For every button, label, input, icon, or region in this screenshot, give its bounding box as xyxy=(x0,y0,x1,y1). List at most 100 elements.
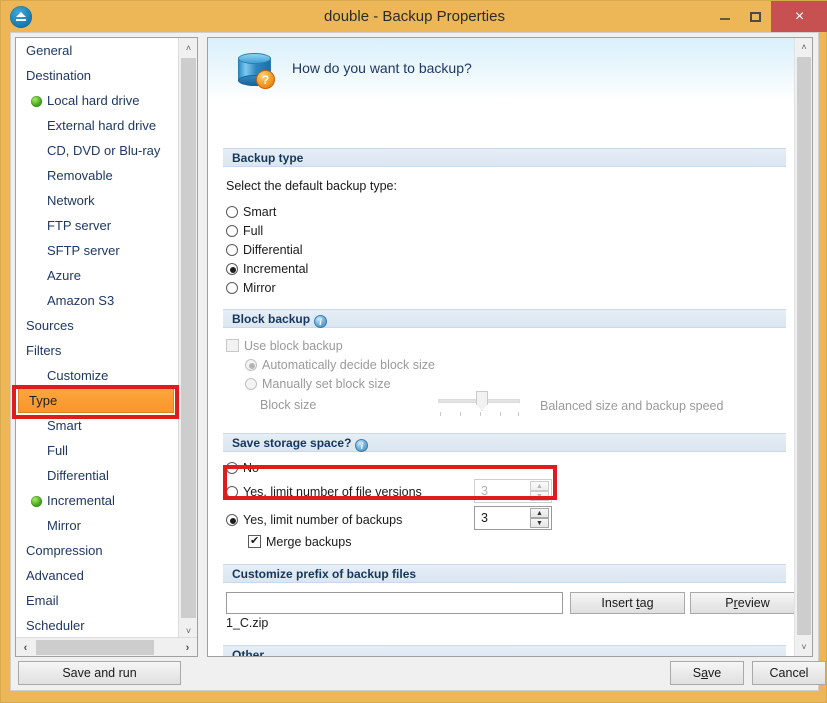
sidebar-scroll-left-icon[interactable]: ‹ xyxy=(16,638,35,656)
sidebar-item-sftp-server[interactable]: SFTP server xyxy=(16,238,178,263)
save-and-run-button[interactable]: Save and run xyxy=(18,661,181,685)
sidebar-item-sources[interactable]: Sources xyxy=(16,313,178,338)
info-icon[interactable]: i xyxy=(314,315,328,328)
radio-circle[interactable] xyxy=(226,263,238,275)
radio-circle[interactable] xyxy=(226,486,238,498)
sidebar-item-incremental[interactable]: Incremental xyxy=(16,488,178,513)
file-versions-spinner[interactable]: 3 ▲ ▼ xyxy=(474,479,552,503)
manual-block-size-label: Manually set block size xyxy=(262,377,391,391)
sidebar-item-advanced[interactable]: Advanced xyxy=(16,563,178,588)
info-icon[interactable]: i xyxy=(355,439,369,452)
section-header-save-storage: Save storage space? i xyxy=(223,433,786,452)
storage-option-no-label: No xyxy=(243,461,259,475)
close-button[interactable]: × xyxy=(771,1,827,32)
sidebar-item-filters[interactable]: Filters xyxy=(16,338,178,363)
backup-type-radio-label: Smart xyxy=(243,205,277,219)
sidebar-item-full[interactable]: Full xyxy=(16,438,178,463)
settings-content: ? How do you want to backup? Backup type… xyxy=(208,38,805,656)
sample-filename: 1_C.zip xyxy=(226,616,269,630)
sidebar-item-customize[interactable]: Customize xyxy=(16,363,178,388)
spinner-buttons[interactable]: ▲ ▼ xyxy=(530,481,549,501)
insert-tag-button[interactable]: Insert tag xyxy=(570,592,685,614)
sidebar-item-external-hard-drive[interactable]: External hard drive xyxy=(16,113,178,138)
slider-thumb[interactable] xyxy=(476,391,488,411)
backup-properties-window: double - Backup Properties × General Dest… xyxy=(0,0,827,703)
sidebar-scroll-up-icon[interactable]: ˄ xyxy=(179,38,197,57)
spinner-buttons[interactable]: ▲ ▼ xyxy=(530,508,549,528)
radio-circle[interactable] xyxy=(245,378,257,390)
sidebar-item-label: Compression xyxy=(26,543,103,558)
sidebar-item-destination[interactable]: Destination xyxy=(16,63,178,88)
backup-type-radio-label: Differential xyxy=(243,243,303,257)
sidebar-scroll-right-icon[interactable]: › xyxy=(178,638,197,656)
page-header: ? How do you want to backup? xyxy=(208,38,796,100)
backup-type-radio-label: Incremental xyxy=(243,262,309,276)
status-bullet-icon xyxy=(31,96,42,107)
section-header-backup-type: Backup type xyxy=(223,148,786,167)
sidebar-item-label: Customize xyxy=(47,368,109,383)
main-vertical-scrollbar[interactable]: ˄ ˅ xyxy=(794,38,812,656)
radio-circle[interactable] xyxy=(226,282,238,294)
spinner-up-icon[interactable]: ▲ xyxy=(530,508,549,518)
sidebar-item-removable[interactable]: Removable xyxy=(16,163,178,188)
sidebar-item-general[interactable]: General xyxy=(16,38,178,63)
merge-backups-label: Merge backups xyxy=(266,535,352,549)
spinner-up-icon[interactable]: ▲ xyxy=(530,481,549,491)
sidebar-item-type[interactable]: Type xyxy=(18,388,174,413)
sidebar-hscroll-thumb[interactable] xyxy=(36,640,154,655)
radio-circle[interactable] xyxy=(226,514,238,526)
question-badge: ? xyxy=(256,70,275,89)
sidebar-vertical-scrollbar[interactable]: ˄ ˅ xyxy=(178,38,197,640)
sidebar-item-compression[interactable]: Compression xyxy=(16,538,178,563)
sidebar-item-local-hard-drive[interactable]: Local hard drive xyxy=(16,88,178,113)
radio-circle[interactable] xyxy=(226,206,238,218)
sidebar-item-ftp-server[interactable]: FTP server xyxy=(16,213,178,238)
checkbox-box[interactable] xyxy=(248,534,261,548)
sidebar-item-label: Incremental xyxy=(47,493,115,508)
spinner-down-icon[interactable]: ▼ xyxy=(530,491,549,501)
cancel-button[interactable]: Cancel xyxy=(752,661,826,685)
sidebar-item-amazon-s3[interactable]: Amazon S3 xyxy=(16,288,178,313)
limit-backups-label: Yes, limit number of backups xyxy=(243,513,403,527)
radio-circle[interactable] xyxy=(226,244,238,256)
main-scroll-down-icon[interactable]: ˅ xyxy=(795,638,812,656)
minimize-button[interactable] xyxy=(709,1,740,32)
backup-type-prompt: Select the default backup type: xyxy=(226,179,397,193)
main-scroll-up-icon[interactable]: ˄ xyxy=(795,38,812,56)
auto-block-size-label: Automatically decide block size xyxy=(262,358,435,372)
sidebar-item-label: Removable xyxy=(47,168,113,183)
sidebar-scroll-thumb[interactable] xyxy=(181,58,196,618)
sidebar-item-label: General xyxy=(26,43,73,58)
checkbox-box[interactable] xyxy=(226,339,239,352)
preview-button[interactable]: Preview xyxy=(690,592,805,614)
sidebar-item-label: External hard drive xyxy=(47,118,157,133)
spinner-down-icon[interactable]: ▼ xyxy=(530,518,549,528)
radio-circle[interactable] xyxy=(245,359,257,371)
prefix-input[interactable] xyxy=(227,593,562,613)
sidebar-item-label: Smart xyxy=(47,418,82,433)
sidebar-item-cd-dvd-or-blu-ray[interactable]: CD, DVD or Blu-ray xyxy=(16,138,178,163)
backups-limit-spinner[interactable]: 3 ▲ ▼ xyxy=(474,506,552,530)
sidebar-item-label: CD, DVD or Blu-ray xyxy=(47,143,161,158)
sidebar-item-label: Filters xyxy=(26,343,62,358)
radio-circle[interactable] xyxy=(226,462,238,474)
sidebar-item-scheduler[interactable]: Scheduler xyxy=(16,613,178,638)
sidebar-item-mirror[interactable]: Mirror xyxy=(16,513,178,538)
sidebar-item-azure[interactable]: Azure xyxy=(16,263,178,288)
section-header-prefix: Customize prefix of backup files xyxy=(223,564,786,583)
maximize-button[interactable] xyxy=(740,1,771,32)
database-question-icon: ? xyxy=(236,50,276,90)
sidebar-item-differential[interactable]: Differential xyxy=(16,463,178,488)
prefix-input-wrapper[interactable] xyxy=(226,592,563,614)
sidebar-horizontal-scrollbar[interactable]: ‹ › xyxy=(16,637,197,656)
sidebar-item-smart[interactable]: Smart xyxy=(16,413,178,438)
file-versions-value: 3 xyxy=(481,484,488,498)
sidebar-item-network[interactable]: Network xyxy=(16,188,178,213)
save-button[interactable]: Save xyxy=(670,661,744,685)
block-size-label: Block size xyxy=(260,398,317,412)
main-scroll-thumb[interactable] xyxy=(797,57,811,635)
client-area: General Destination Local hard drive Extern… xyxy=(10,32,826,691)
sidebar-item-email[interactable]: Email xyxy=(16,588,178,613)
radio-circle[interactable] xyxy=(226,225,238,237)
title-bar: double - Backup Properties × xyxy=(1,1,827,32)
